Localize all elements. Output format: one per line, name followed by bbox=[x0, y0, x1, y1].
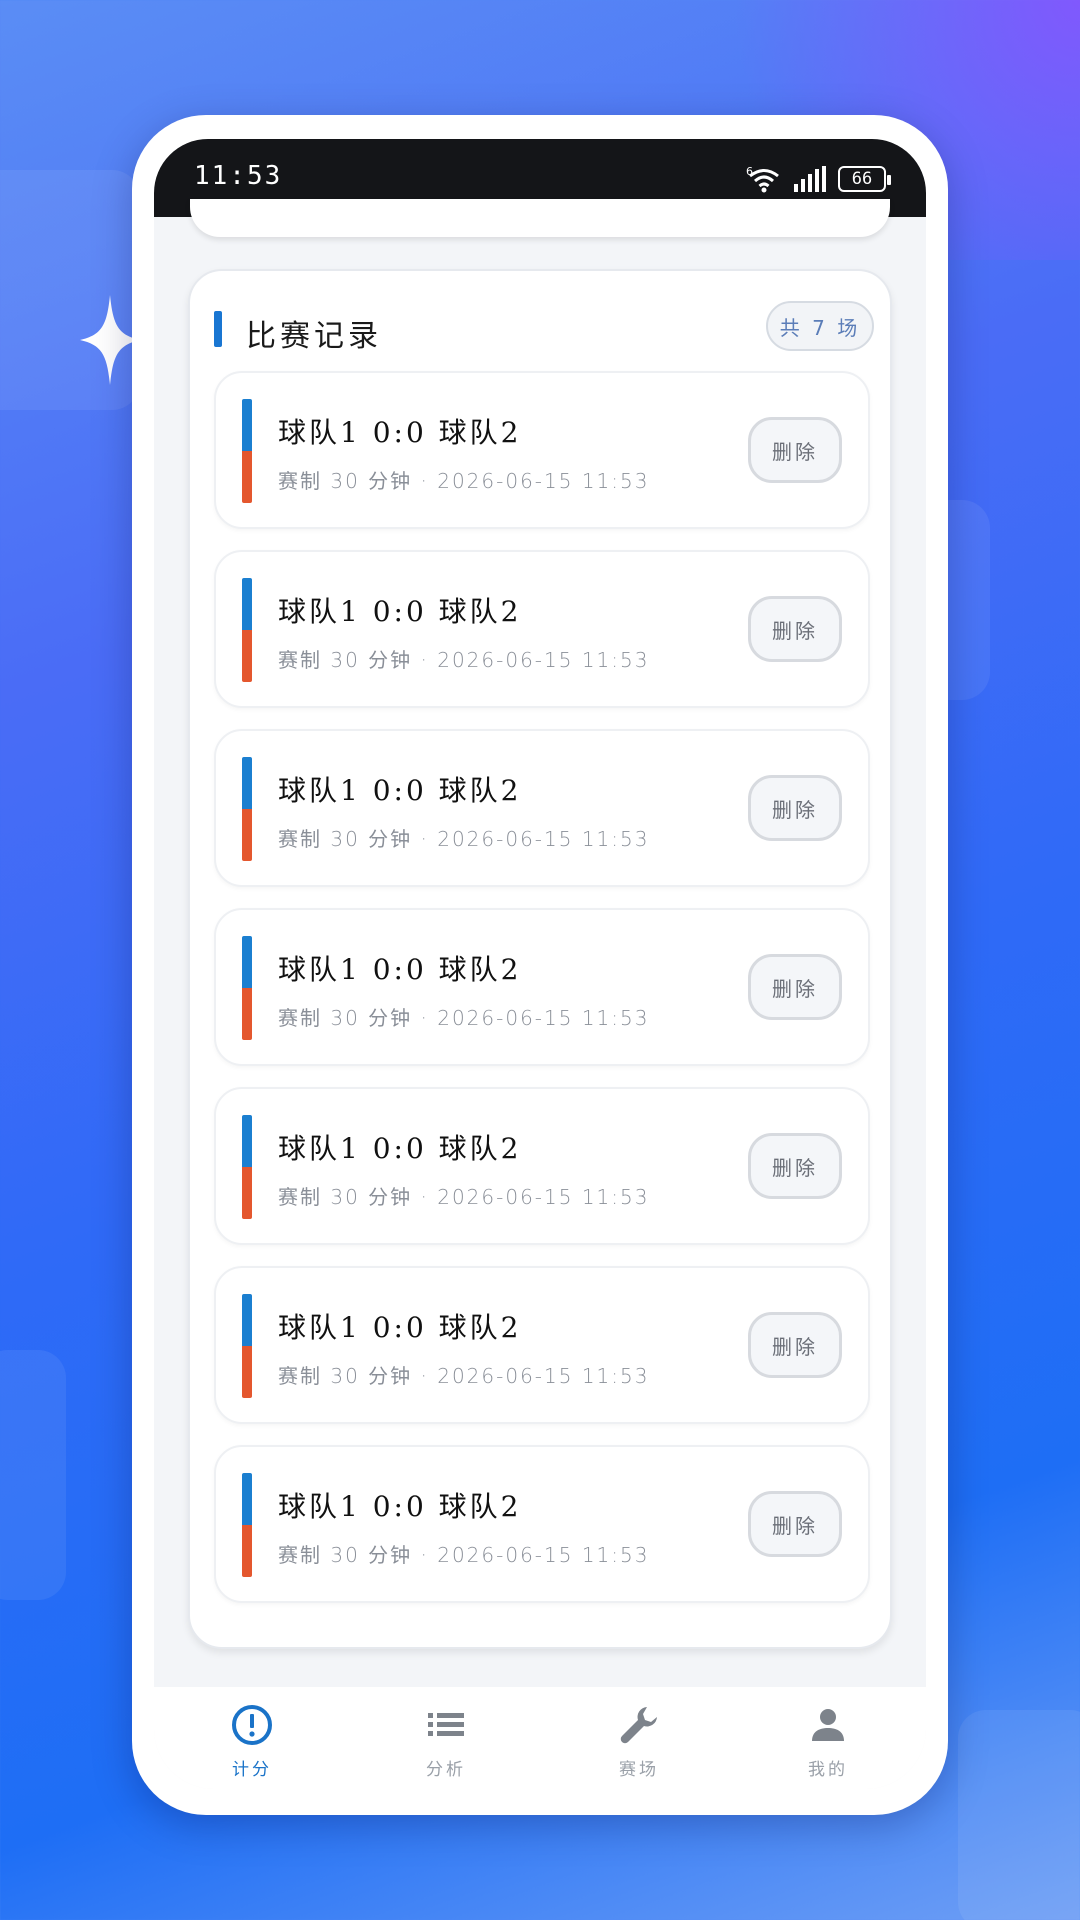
delete-button[interactable]: 删除 bbox=[748, 775, 842, 841]
match-item[interactable]: 球队1 0:0 球队2 赛制 30 分钟 · 2026-06-15 11:53 … bbox=[214, 908, 870, 1066]
team-color-bar bbox=[242, 578, 252, 682]
match-score: 球队1 0:0 球队2 bbox=[278, 1311, 522, 1344]
match-meta: 赛制 30 分钟 · 2026-06-15 11:53 bbox=[278, 1364, 650, 1388]
status-icons: 6 66 bbox=[746, 163, 891, 195]
title-accent-bar bbox=[214, 311, 222, 347]
background-shape bbox=[0, 1350, 66, 1600]
nav-label: 赛场 bbox=[619, 1760, 659, 1780]
match-meta: 赛制 30 分钟 · 2026-06-15 11:53 bbox=[278, 1543, 650, 1567]
records-header: 比赛记录 共 7 场 bbox=[214, 301, 874, 357]
match-meta: 赛制 30 分钟 · 2026-06-15 11:53 bbox=[278, 1006, 650, 1030]
nav-label: 计分 bbox=[232, 1760, 272, 1780]
nav-item-profile[interactable]: 我的 bbox=[768, 1703, 888, 1783]
records-count-badge: 共 7 场 bbox=[766, 301, 874, 351]
previous-card-edge bbox=[190, 199, 890, 237]
match-item[interactable]: 球队1 0:0 球队2 赛制 30 分钟 · 2026-06-15 11:53 … bbox=[214, 1445, 870, 1603]
match-list: 球队1 0:0 球队2 赛制 30 分钟 · 2026-06-15 11:53 … bbox=[214, 371, 870, 1624]
match-meta: 赛制 30 分钟 · 2026-06-15 11:53 bbox=[278, 1185, 650, 1209]
match-score: 球队1 0:0 球队2 bbox=[278, 1132, 522, 1165]
team-color-bar bbox=[242, 936, 252, 1040]
team-color-bar bbox=[242, 1294, 252, 1398]
nav-item-analysis[interactable]: 分析 bbox=[386, 1703, 506, 1783]
nav-label: 分析 bbox=[426, 1760, 466, 1780]
delete-button[interactable]: 删除 bbox=[748, 1133, 842, 1199]
match-item[interactable]: 球队1 0:0 球队2 赛制 30 分钟 · 2026-06-15 11:53 … bbox=[214, 729, 870, 887]
match-item[interactable]: 球队1 0:0 球队2 赛制 30 分钟 · 2026-06-15 11:53 … bbox=[214, 550, 870, 708]
signal-icon bbox=[794, 166, 826, 192]
delete-button[interactable]: 删除 bbox=[748, 1491, 842, 1557]
team-color-bar bbox=[242, 757, 252, 861]
wifi-icon: 6 bbox=[746, 165, 779, 193]
match-item[interactable]: 球队1 0:0 球队2 赛制 30 分钟 · 2026-06-15 11:53 … bbox=[214, 371, 870, 529]
delete-button[interactable]: 删除 bbox=[748, 596, 842, 662]
match-item[interactable]: 球队1 0:0 球队2 赛制 30 分钟 · 2026-06-15 11:53 … bbox=[214, 1087, 870, 1245]
team-color-bar bbox=[242, 1115, 252, 1219]
team-color-bar bbox=[242, 399, 252, 503]
delete-button[interactable]: 删除 bbox=[748, 1312, 842, 1378]
phone-screen: 11:53 6 66 比赛记录 共 7 场 球队1 0:0 球队2 赛制 30 … bbox=[154, 139, 926, 1789]
match-score: 球队1 0:0 球队2 bbox=[278, 416, 522, 449]
match-meta: 赛制 30 分钟 · 2026-06-15 11:53 bbox=[278, 827, 650, 851]
match-score: 球队1 0:0 球队2 bbox=[278, 1490, 522, 1523]
match-item[interactable]: 球队1 0:0 球队2 赛制 30 分钟 · 2026-06-15 11:53 … bbox=[214, 1266, 870, 1424]
background-shape bbox=[958, 1710, 1080, 1920]
delete-button[interactable]: 删除 bbox=[748, 417, 842, 483]
list-icon bbox=[428, 1713, 464, 1736]
bottom-nav: 计分 分析 赛场 我的 bbox=[154, 1687, 926, 1789]
match-meta: 赛制 30 分钟 · 2026-06-15 11:53 bbox=[278, 648, 650, 672]
nav-item-venue[interactable]: 赛场 bbox=[579, 1703, 699, 1783]
match-score: 球队1 0:0 球队2 bbox=[278, 595, 522, 628]
team-color-bar bbox=[242, 1473, 252, 1577]
battery-icon: 66 bbox=[838, 166, 891, 192]
match-score: 球队1 0:0 球队2 bbox=[278, 774, 522, 807]
match-records-card: 比赛记录 共 7 场 球队1 0:0 球队2 赛制 30 分钟 · 2026-0… bbox=[188, 269, 892, 1649]
records-title: 比赛记录 bbox=[246, 319, 382, 354]
delete-button[interactable]: 删除 bbox=[748, 954, 842, 1020]
match-meta: 赛制 30 分钟 · 2026-06-15 11:53 bbox=[278, 469, 650, 493]
sparkle-icon bbox=[80, 295, 140, 385]
wrench-icon bbox=[620, 1707, 657, 1744]
match-score: 球队1 0:0 球队2 bbox=[278, 953, 522, 986]
status-time: 11:53 bbox=[194, 161, 283, 191]
person-icon bbox=[812, 1709, 844, 1741]
battery-level: 66 bbox=[851, 169, 873, 189]
nav-label: 我的 bbox=[808, 1760, 848, 1780]
nav-item-score[interactable]: 计分 bbox=[192, 1703, 312, 1783]
alert-circle-icon bbox=[232, 1705, 272, 1745]
phone-frame: 11:53 6 66 比赛记录 共 7 场 球队1 0:0 球队2 赛制 30 … bbox=[132, 115, 948, 1815]
